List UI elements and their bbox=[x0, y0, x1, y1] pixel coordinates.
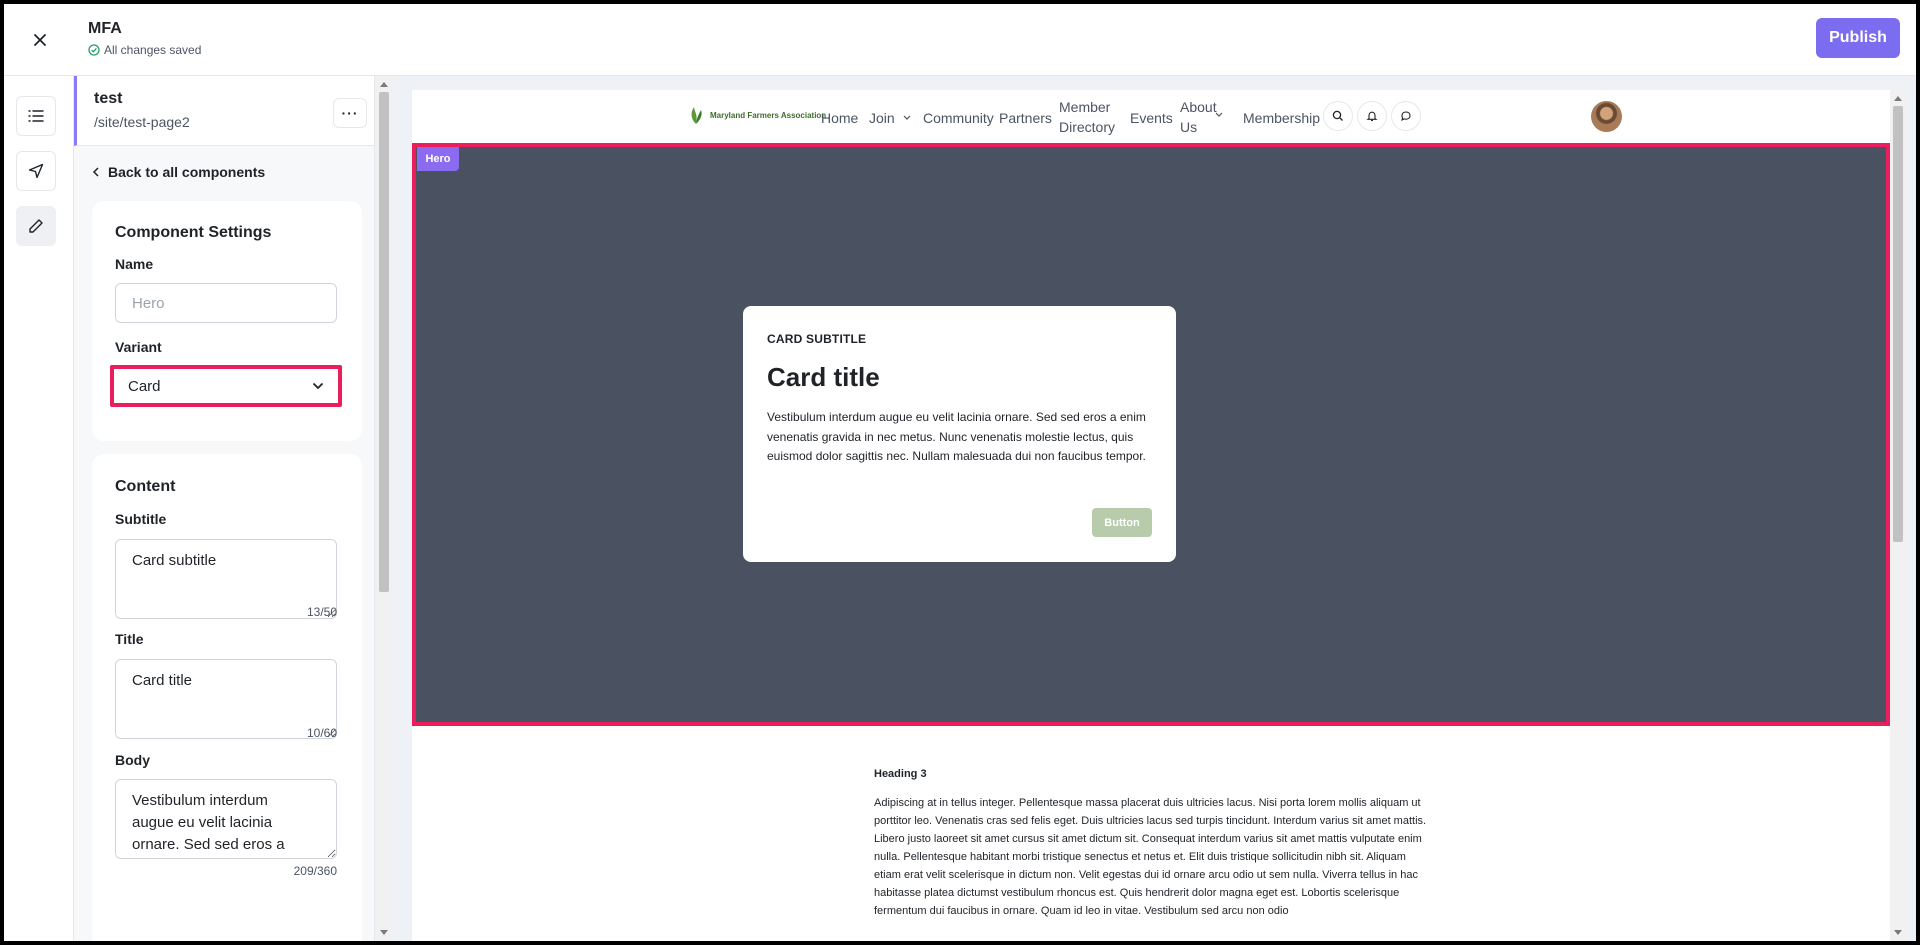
list-icon bbox=[28, 110, 44, 122]
search-icon bbox=[1332, 110, 1343, 121]
settings-panel: test /site/test-page2 ··· Back to all co… bbox=[74, 76, 374, 941]
page-header: test /site/test-page2 ··· bbox=[74, 76, 374, 146]
components-list-button[interactable] bbox=[16, 96, 56, 136]
variant-select-highlight: Card bbox=[110, 365, 342, 407]
site-navbar: Maryland Farmers Association Home Join C… bbox=[412, 90, 1890, 146]
close-icon bbox=[34, 34, 46, 46]
card-body: Vestibulum interdum augue eu velit lacin… bbox=[767, 410, 1146, 463]
site-preview: Maryland Farmers Association Home Join C… bbox=[412, 90, 1890, 941]
site-messages-button[interactable] bbox=[1391, 101, 1421, 131]
nav-membership[interactable]: Membership bbox=[1243, 108, 1320, 128]
page-name: test bbox=[94, 90, 123, 107]
save-status-text: All changes saved bbox=[104, 43, 202, 57]
chevron-down-icon bbox=[903, 115, 911, 120]
name-label: Name bbox=[115, 256, 154, 272]
body-label: Body bbox=[115, 752, 150, 768]
content-title: Content bbox=[115, 478, 176, 495]
body-textarea[interactable] bbox=[115, 779, 337, 859]
section-heading: Heading 3 bbox=[874, 768, 927, 780]
send-icon bbox=[28, 163, 44, 179]
leaf-logo-icon bbox=[691, 107, 702, 124]
title-textarea[interactable] bbox=[115, 659, 337, 739]
title-label: Title bbox=[115, 631, 144, 647]
chevron-left-icon bbox=[92, 167, 99, 177]
pencil-icon bbox=[29, 219, 43, 233]
canvas-scroll-thumb[interactable] bbox=[1893, 106, 1903, 542]
hero-section[interactable]: Hero CARD SUBTITLE Card title Vestibulum… bbox=[412, 143, 1890, 726]
site-search-button[interactable] bbox=[1323, 101, 1353, 131]
section-body: Adipiscing at in tellus integer. Pellent… bbox=[874, 797, 1427, 917]
back-to-components-link[interactable]: Back to all components bbox=[92, 164, 265, 180]
card-title: Card title bbox=[767, 362, 880, 392]
component-settings-title: Component Settings bbox=[115, 224, 272, 241]
subtitle-label: Subtitle bbox=[115, 511, 167, 527]
content-card: Content Subtitle 13/50 Title 10/60 Body … bbox=[92, 454, 362, 941]
nav-events[interactable]: Events bbox=[1130, 108, 1173, 128]
save-status: All changes saved bbox=[88, 43, 201, 57]
title-counter: 10/60 bbox=[306, 726, 337, 740]
subtitle-counter: 13/50 bbox=[306, 605, 337, 619]
page-path: /site/test-page2 bbox=[94, 114, 190, 130]
top-bar: MFA All changes saved Publish bbox=[4, 4, 1916, 76]
body-counter: 209/360 bbox=[293, 864, 337, 878]
site-notifications-button[interactable] bbox=[1357, 101, 1387, 131]
variant-value: Card bbox=[128, 377, 161, 395]
hero-card: CARD SUBTITLE Card title Vestibulum inte… bbox=[743, 306, 1176, 562]
nav-member-directory[interactable]: Member Directory bbox=[1059, 97, 1119, 137]
component-settings-card: Component Settings Name Variant Card bbox=[92, 201, 362, 441]
hero-component-tag: Hero bbox=[417, 147, 459, 171]
site-logo[interactable]: Maryland Farmers Association bbox=[688, 105, 826, 125]
logo-text: Maryland Farmers Association bbox=[710, 110, 827, 120]
app-window: MFA All changes saved Publish test /site… bbox=[4, 4, 1916, 941]
chevron-down-icon bbox=[312, 382, 324, 390]
chat-icon bbox=[1401, 111, 1411, 122]
more-icon: ··· bbox=[341, 105, 359, 121]
more-options-button[interactable]: ··· bbox=[333, 98, 367, 128]
navigation-button[interactable] bbox=[16, 151, 56, 191]
card-button[interactable]: Button bbox=[1092, 508, 1152, 537]
preview-canvas: Maryland Farmers Association Home Join C… bbox=[392, 76, 1916, 941]
publish-button[interactable]: Publish bbox=[1816, 18, 1900, 58]
panel-scrollbar[interactable] bbox=[374, 76, 392, 941]
subtitle-textarea[interactable] bbox=[115, 539, 337, 619]
tool-rail bbox=[4, 76, 74, 941]
app-title: MFA bbox=[88, 20, 122, 37]
user-avatar[interactable] bbox=[1591, 101, 1622, 132]
canvas-scrollbar[interactable] bbox=[1890, 90, 1906, 941]
name-input[interactable] bbox=[115, 283, 337, 323]
check-circle-icon bbox=[88, 44, 100, 56]
nav-partners[interactable]: Partners bbox=[999, 108, 1052, 128]
nav-about-us[interactable]: About Us bbox=[1180, 97, 1217, 137]
variant-label: Variant bbox=[115, 339, 162, 355]
nav-home[interactable]: Home bbox=[821, 108, 858, 128]
bell-icon bbox=[1366, 111, 1378, 121]
close-button[interactable] bbox=[18, 22, 62, 58]
nav-community[interactable]: Community bbox=[923, 108, 994, 128]
nav-join-label: Join bbox=[869, 110, 895, 126]
nav-join[interactable]: Join bbox=[869, 108, 911, 128]
edit-button[interactable] bbox=[16, 206, 56, 246]
variant-select[interactable]: Card bbox=[114, 369, 338, 403]
panel-scroll-thumb[interactable] bbox=[379, 92, 389, 592]
back-link-label: Back to all components bbox=[108, 164, 266, 180]
chevron-down-icon bbox=[1215, 112, 1223, 117]
content-section: Heading 3 Adipiscing at in tellus intege… bbox=[874, 768, 1434, 920]
card-subtitle: CARD SUBTITLE bbox=[767, 332, 867, 346]
